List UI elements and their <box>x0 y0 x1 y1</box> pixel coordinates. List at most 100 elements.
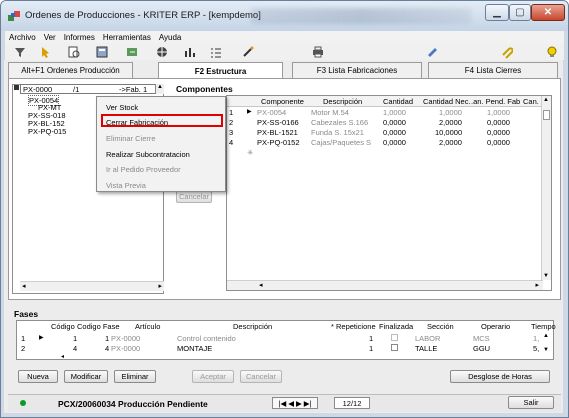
scroll-up-icon[interactable]: ▲ <box>543 97 549 103</box>
col-finalizada[interactable]: Finalizada <box>379 322 413 331</box>
col-cantidad-nec[interactable]: Cantidad Nec. <box>423 97 471 106</box>
table-cell-qty[interactable]: 0,0000 <box>383 118 406 127</box>
table-cell-need[interactable]: 1,0000 <box>439 108 462 117</box>
table-cell-phase[interactable]: 4 <box>105 344 109 353</box>
scroll-left-icon[interactable]: ◂ <box>61 353 71 360</box>
maximize-button[interactable]: ▢ <box>509 4 531 21</box>
scroll-left-icon[interactable]: ◂ <box>259 281 263 289</box>
table-cell-rep[interactable]: 1 <box>369 334 373 343</box>
table-cell-pend[interactable]: 1,0000 <box>487 108 510 117</box>
scroll-right-icon[interactable]: ▸ <box>535 281 539 289</box>
col-descripcion[interactable]: Descripción <box>233 322 272 331</box>
table-cell-code[interactable]: PX-SS-0166 <box>257 118 299 127</box>
tree-node-pq[interactable]: PX-PQ-015 <box>28 127 66 136</box>
menu-item-realizar-subcontratacion[interactable]: Realizar Subcontratacion <box>106 150 190 159</box>
scroll-down-icon[interactable]: ▼ <box>543 273 549 279</box>
first-record-icon[interactable]: |◀ <box>279 399 287 408</box>
menu-ayuda[interactable]: Ayuda <box>159 33 182 42</box>
modificar-button[interactable]: Modificar <box>64 370 108 383</box>
table-cell-phase[interactable]: 1 <box>105 334 109 343</box>
tab-lista-cierres[interactable]: F4 Lista Cierres <box>428 62 558 78</box>
menu-ver[interactable]: Ver <box>44 33 56 42</box>
lightbulb-icon[interactable] <box>545 45 559 59</box>
table-cell-code[interactable]: 1 <box>73 334 77 343</box>
col-tiempo[interactable]: Tiempo <box>531 322 556 331</box>
table-cell-desc[interactable]: Motor M.54 <box>311 108 349 117</box>
table-cell-rep[interactable]: 1 <box>369 344 373 353</box>
table-cell-code[interactable]: PX-PQ-0152 <box>257 138 300 147</box>
scroll-down-icon[interactable]: ▼ <box>543 347 549 353</box>
table-cell-section[interactable]: TALLE <box>415 344 437 353</box>
col-descripcion[interactable]: Descripción <box>323 97 362 106</box>
col-codigo-fase[interactable]: Codigo Fase <box>77 322 120 331</box>
table-cell-article[interactable]: PX-0000 <box>111 334 140 343</box>
finalizada-checkbox[interactable] <box>391 344 398 351</box>
table-cell-code[interactable]: PX-BL-1521 <box>257 128 298 137</box>
col-componente[interactable]: Componente <box>261 97 304 106</box>
order-combo[interactable]: PX-0000 /1 ->Fab. 1 ▲ <box>20 84 164 94</box>
minimize-button[interactable]: ▁ <box>485 4 509 21</box>
table-cell-desc[interactable]: Control contenido <box>177 334 236 343</box>
menu-item-ver-stock[interactable]: Ver Stock <box>106 103 138 112</box>
table-cell-desc[interactable]: Cabezales S.166 <box>311 118 368 127</box>
tree-collapse-icon[interactable] <box>14 85 19 90</box>
col-articulo[interactable]: Artículo <box>135 322 160 331</box>
table-cell-desc[interactable]: MONTAJE <box>177 344 212 353</box>
record-navigator[interactable]: |◀ ◀ ▶ ▶| <box>272 397 318 409</box>
table-cell-need[interactable]: 2,0000 <box>439 118 462 127</box>
menu-informes[interactable]: Informes <box>64 33 95 42</box>
table-cell-operator[interactable]: GGU <box>473 344 490 353</box>
menu-herramientas[interactable]: Herramientas <box>103 33 151 42</box>
table-cell-desc[interactable]: Funda S. 15x21 <box>311 128 364 137</box>
calculator-icon[interactable] <box>95 45 109 59</box>
preview-icon[interactable] <box>67 45 81 59</box>
tab-ordenes-produccion[interactable]: Alt+F1 Ordenes Producción <box>8 62 133 78</box>
table-cell-qty[interactable]: 0,0000 <box>383 128 406 137</box>
scroll-right-icon[interactable]: ▸ <box>158 282 162 290</box>
table-cell-pend[interactable]: 0,0000 <box>487 138 510 147</box>
col-repeticiones[interactable]: * Repeticione <box>331 322 376 331</box>
finalizada-checkbox[interactable] <box>391 334 398 341</box>
next-record-icon[interactable]: ▶ <box>296 399 302 408</box>
checklist-icon[interactable] <box>209 45 223 59</box>
tab-estructura[interactable]: F2 Estructura <box>158 62 283 79</box>
close-button[interactable]: ✕ <box>531 4 565 21</box>
col-pend-fab[interactable]: .an. Pend. Fab <box>471 97 520 106</box>
salir-button[interactable]: Salir <box>508 396 554 409</box>
wand-icon[interactable] <box>241 45 255 59</box>
table-cell-pend[interactable]: 0,0000 <box>487 118 510 127</box>
pointer-icon[interactable] <box>39 45 53 59</box>
printer-icon[interactable] <box>311 45 325 59</box>
table-cell-code[interactable]: 4 <box>73 344 77 353</box>
export-icon[interactable] <box>125 45 139 59</box>
scroll-thumb[interactable] <box>543 110 550 120</box>
tag-icon[interactable] <box>425 45 439 59</box>
prev-record-icon[interactable]: ◀ <box>288 399 294 408</box>
desglose-horas-button[interactable]: Desglose de Horas <box>450 370 550 383</box>
globe-icon[interactable] <box>155 45 169 59</box>
chart-icon[interactable] <box>183 45 197 59</box>
table-cell-qty[interactable]: 0,0000 <box>383 138 406 147</box>
cancelar-button[interactable]: Cancelar <box>240 370 282 383</box>
filter-icon[interactable] <box>13 45 27 59</box>
table-cell-qty[interactable]: 1,0000 <box>383 108 406 117</box>
last-record-icon[interactable]: ▶| <box>304 399 312 408</box>
menu-archivo[interactable]: Archivo <box>9 33 36 42</box>
paperclip-icon[interactable] <box>499 45 513 59</box>
table-cell-operator[interactable]: MCS <box>473 334 490 343</box>
new-row-icon[interactable]: ✳ <box>247 148 253 157</box>
table-cell-desc[interactable]: Cajas/Paquetes S <box>311 138 371 147</box>
tab-lista-fabricaciones[interactable]: F3 Lista Fabricaciones <box>292 62 422 78</box>
scroll-left-icon[interactable]: ◂ <box>22 282 26 290</box>
table-cell-code[interactable]: PX-0054 <box>257 108 286 117</box>
table-cell-article[interactable]: PX-0000 <box>111 344 140 353</box>
aceptar-button[interactable]: Aceptar <box>192 370 234 383</box>
table-cell-need[interactable]: 2,0000 <box>439 138 462 147</box>
col-seccion[interactable]: Sección <box>427 322 454 331</box>
combo-arrow-icon[interactable]: ▲ <box>155 84 164 94</box>
scroll-up-icon[interactable]: ▲ <box>543 333 549 339</box>
col-operario[interactable]: Operario <box>481 322 510 331</box>
tree-horizontal-scrollbar[interactable]: ◂ ▸ <box>20 281 164 291</box>
eliminar-button[interactable]: Eliminar <box>114 370 156 383</box>
table-cell-need[interactable]: 10,0000 <box>435 128 462 137</box>
